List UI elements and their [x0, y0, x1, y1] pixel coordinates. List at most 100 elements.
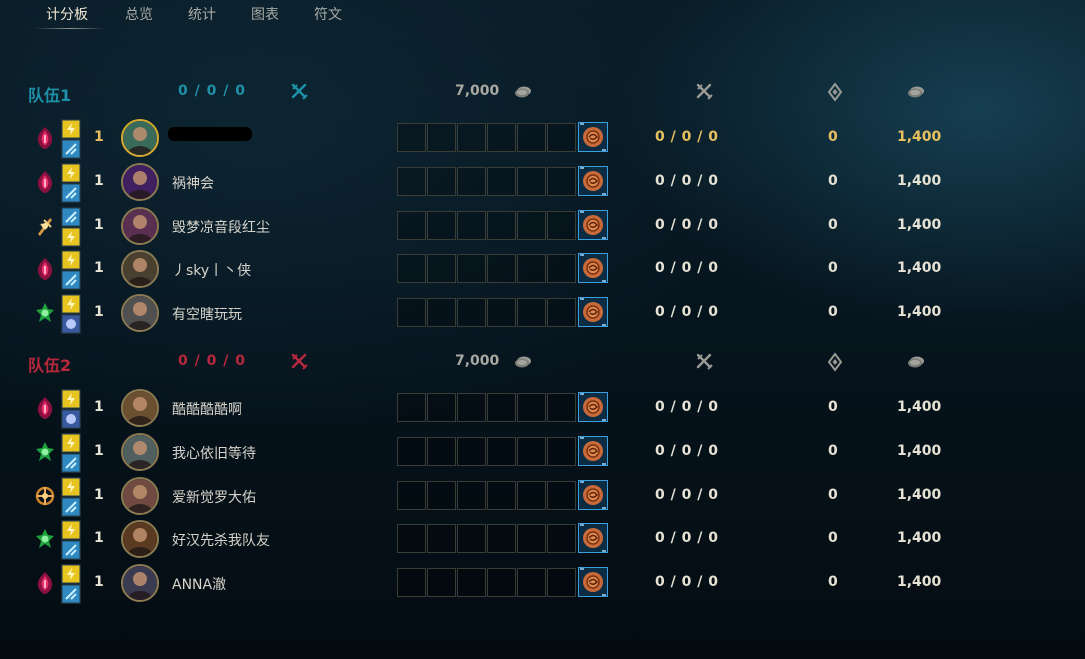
item-slot[interactable]: [427, 123, 456, 152]
player-row[interactable]: 1 ANNA澈 0 / 0 / 0 0 1,400: [0, 563, 1085, 604]
item-slot[interactable]: [547, 393, 576, 422]
item-slot[interactable]: [457, 437, 486, 466]
item-slot[interactable]: [487, 298, 516, 327]
item-slot[interactable]: [517, 167, 546, 196]
item-slot[interactable]: [457, 211, 486, 240]
item-slot[interactable]: [547, 211, 576, 240]
teleport-spell-icon[interactable]: [61, 183, 81, 203]
item-slot[interactable]: [487, 167, 516, 196]
item-slot[interactable]: [517, 393, 546, 422]
flash-spell-icon[interactable]: [61, 119, 81, 139]
item-slot[interactable]: [457, 524, 486, 553]
item-slot[interactable]: [547, 254, 576, 283]
champion-avatar[interactable]: [121, 207, 159, 245]
item-slot[interactable]: [397, 254, 426, 283]
teleport-spell-icon[interactable]: [61, 207, 81, 227]
player-row[interactable]: 1 祸神会 0 / 0 / 0 0 1,400: [0, 162, 1085, 203]
ward-trinket-icon[interactable]: [578, 297, 608, 327]
item-slot[interactable]: [547, 298, 576, 327]
tab-stats[interactable]: 统计: [188, 4, 216, 24]
teleport-spell-icon[interactable]: [61, 139, 81, 159]
item-slot[interactable]: [427, 393, 456, 422]
item-slot[interactable]: [517, 298, 546, 327]
item-slot[interactable]: [397, 568, 426, 597]
ward-trinket-icon[interactable]: [578, 567, 608, 597]
flash-spell-icon[interactable]: [61, 294, 81, 314]
teleport-spell-icon[interactable]: [61, 584, 81, 604]
champion-avatar[interactable]: [121, 520, 159, 558]
flash-spell-icon[interactable]: [61, 227, 81, 247]
item-slot[interactable]: [427, 254, 456, 283]
champion-avatar[interactable]: [121, 564, 159, 602]
item-slot[interactable]: [397, 123, 426, 152]
ward-trinket-icon[interactable]: [578, 253, 608, 283]
flash-spell-icon[interactable]: [61, 477, 81, 497]
item-slot[interactable]: [457, 298, 486, 327]
item-slot[interactable]: [547, 437, 576, 466]
champion-avatar[interactable]: [121, 163, 159, 201]
item-slot[interactable]: [487, 254, 516, 283]
player-row[interactable]: 1 毁梦凉音段红尘 0 / 0 / 0 0 1,400: [0, 206, 1085, 247]
item-slot[interactable]: [457, 393, 486, 422]
item-slot[interactable]: [427, 298, 456, 327]
item-slot[interactable]: [397, 211, 426, 240]
teleport-spell-icon[interactable]: [61, 540, 81, 560]
flash-spell-icon[interactable]: [61, 389, 81, 409]
item-slot[interactable]: [457, 167, 486, 196]
ward-trinket-icon[interactable]: [578, 122, 608, 152]
ward-trinket-icon[interactable]: [578, 166, 608, 196]
tab-overview[interactable]: 总览: [125, 4, 153, 24]
item-slot[interactable]: [397, 437, 426, 466]
item-slot[interactable]: [487, 123, 516, 152]
flash-spell-icon[interactable]: [61, 433, 81, 453]
flash-spell-icon[interactable]: [61, 564, 81, 584]
item-slot[interactable]: [457, 481, 486, 510]
item-slot[interactable]: [547, 481, 576, 510]
flash-spell-icon[interactable]: [61, 520, 81, 540]
item-slot[interactable]: [517, 254, 546, 283]
teleport-spell-icon[interactable]: [61, 453, 81, 473]
player-row[interactable]: 1 丿sky丨丶侠 0 / 0 / 0 0 1,400: [0, 249, 1085, 290]
player-row[interactable]: 1 有空瞎玩玩 0 / 0 / 0 0 1,400: [0, 293, 1085, 334]
item-slot[interactable]: [427, 167, 456, 196]
item-slot[interactable]: [427, 437, 456, 466]
player-row[interactable]: 1 我心依旧等待 0 / 0 / 0 0 1,400: [0, 432, 1085, 473]
item-slot[interactable]: [457, 254, 486, 283]
flash-spell-icon[interactable]: [61, 250, 81, 270]
item-slot[interactable]: [487, 437, 516, 466]
tab-scoreboard[interactable]: 计分板: [46, 4, 88, 24]
item-slot[interactable]: [427, 568, 456, 597]
ward-trinket-icon[interactable]: [578, 436, 608, 466]
item-slot[interactable]: [457, 123, 486, 152]
item-slot[interactable]: [397, 393, 426, 422]
teleport-spell-icon[interactable]: [61, 270, 81, 290]
item-slot[interactable]: [487, 481, 516, 510]
champion-avatar[interactable]: [121, 433, 159, 471]
item-slot[interactable]: [517, 211, 546, 240]
item-slot[interactable]: [427, 524, 456, 553]
ward-trinket-icon[interactable]: [578, 480, 608, 510]
item-slot[interactable]: [547, 524, 576, 553]
barrier-spell-icon[interactable]: [61, 409, 81, 429]
champion-avatar[interactable]: [121, 477, 159, 515]
flash-spell-icon[interactable]: [61, 163, 81, 183]
item-slot[interactable]: [517, 524, 546, 553]
ward-trinket-icon[interactable]: [578, 523, 608, 553]
champion-avatar[interactable]: [121, 294, 159, 332]
item-slot[interactable]: [517, 437, 546, 466]
player-row[interactable]: 1 爱新觉罗大佑 0 / 0 / 0 0 1,400: [0, 476, 1085, 517]
ward-trinket-icon[interactable]: [578, 210, 608, 240]
item-slot[interactable]: [517, 481, 546, 510]
item-slot[interactable]: [397, 481, 426, 510]
item-slot[interactable]: [517, 568, 546, 597]
item-slot[interactable]: [397, 167, 426, 196]
item-slot[interactable]: [547, 123, 576, 152]
player-row[interactable]: 1 酷酷酷酷啊 0 / 0 / 0 0 1,400: [0, 388, 1085, 429]
item-slot[interactable]: [397, 524, 426, 553]
item-slot[interactable]: [517, 123, 546, 152]
champion-avatar[interactable]: [121, 389, 159, 427]
item-slot[interactable]: [547, 568, 576, 597]
item-slot[interactable]: [457, 568, 486, 597]
ward-trinket-icon[interactable]: [578, 392, 608, 422]
item-slot[interactable]: [427, 211, 456, 240]
